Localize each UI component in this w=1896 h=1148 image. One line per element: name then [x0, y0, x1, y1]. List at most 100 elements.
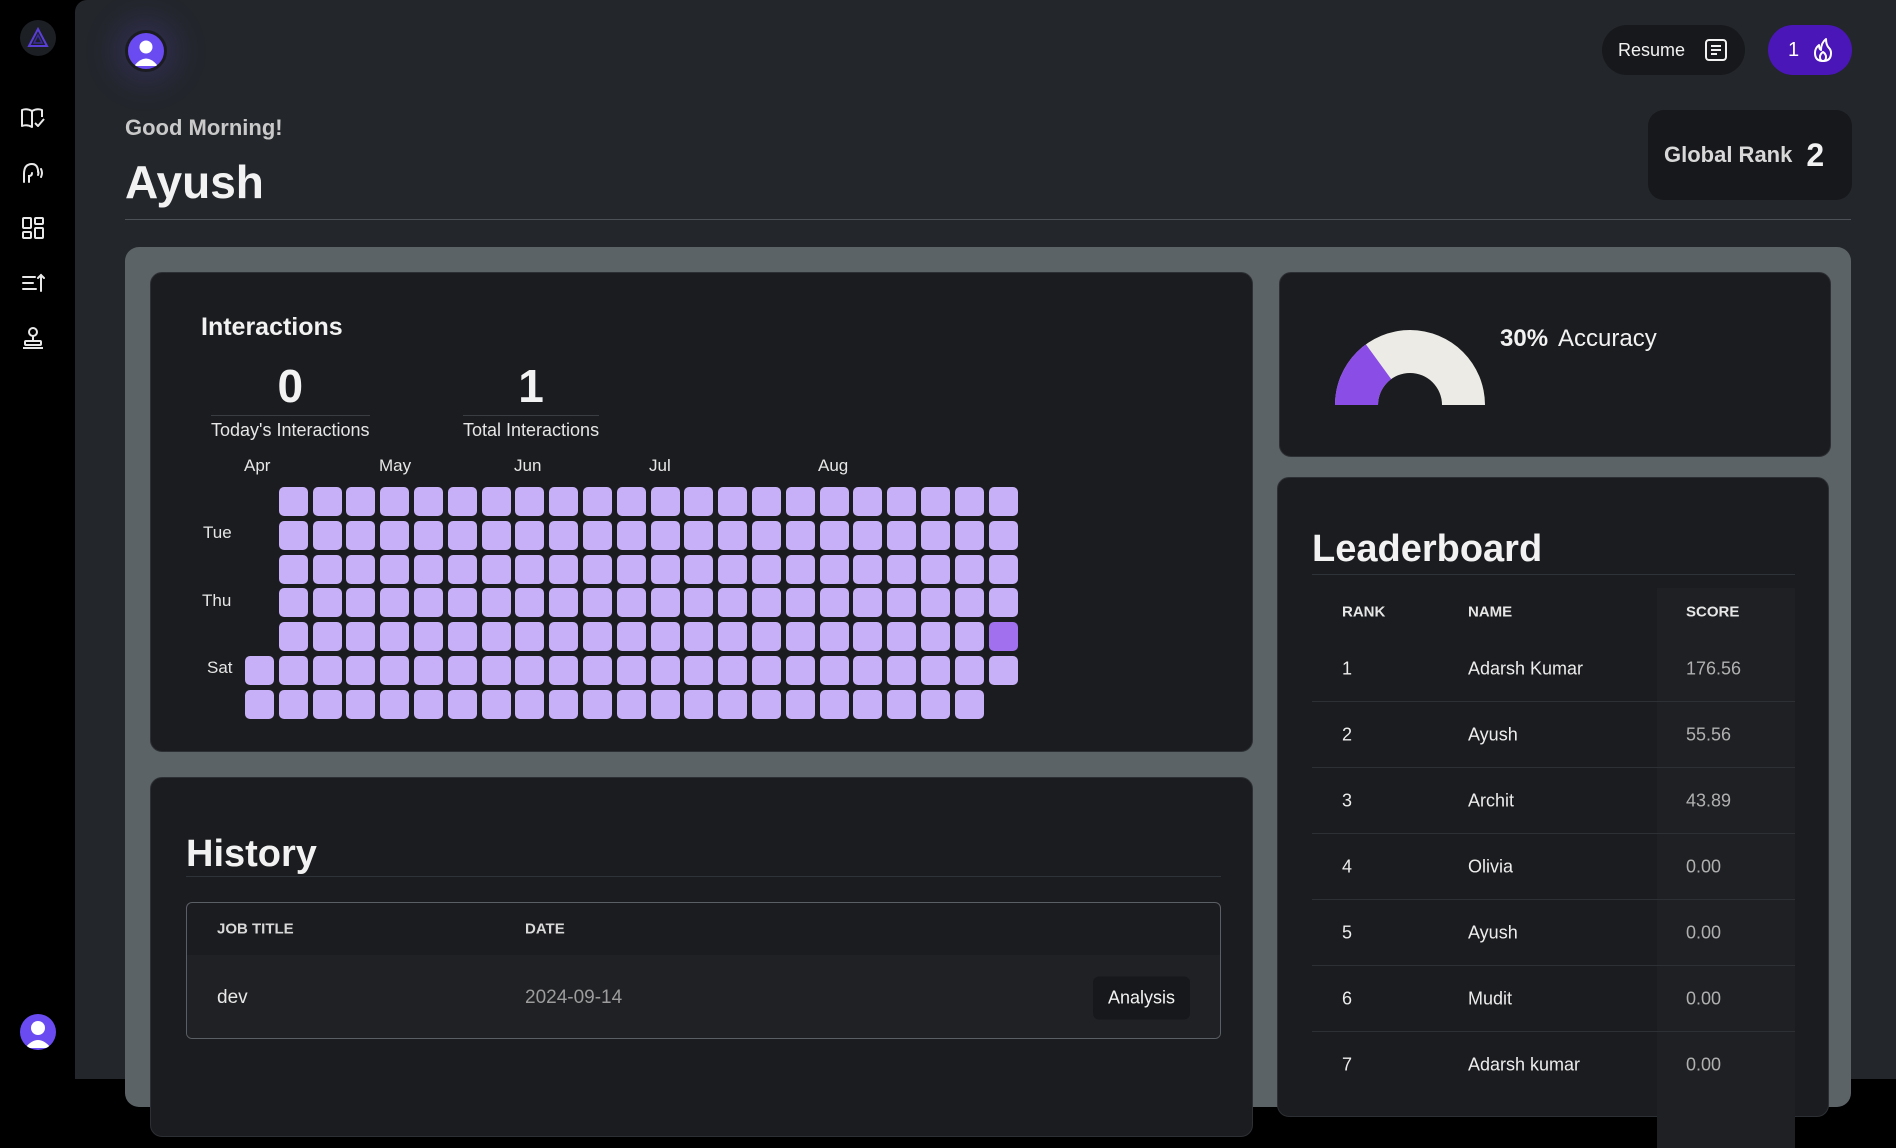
- heatmap-cell[interactable]: [312, 520, 342, 550]
- heatmap-cell[interactable]: [481, 588, 511, 618]
- heatmap-cell[interactable]: [954, 487, 984, 516]
- heatmap-cell[interactable]: [988, 487, 1018, 516]
- heatmap-cell[interactable]: [549, 487, 579, 516]
- table-row[interactable]: 2 Ayush 55.56: [1312, 702, 1795, 768]
- heatmap-cell[interactable]: [583, 689, 612, 719]
- heatmap-cell[interactable]: [921, 588, 950, 618]
- heatmap-cell[interactable]: [921, 487, 950, 516]
- heatmap-cell[interactable]: [887, 622, 917, 652]
- heatmap-cell[interactable]: [278, 520, 308, 550]
- heatmap-cell[interactable]: [684, 656, 714, 685]
- heatmap-cell[interactable]: [718, 656, 748, 685]
- heatmap-cell[interactable]: [278, 689, 308, 719]
- table-row[interactable]: dev 2024-09-14 Analysis: [187, 955, 1220, 1038]
- heatmap-cell[interactable]: [380, 656, 410, 685]
- heatmap-cell[interactable]: [718, 588, 748, 618]
- heatmap-cell[interactable]: [380, 520, 410, 550]
- heatmap-cell[interactable]: [887, 588, 917, 618]
- heatmap-cell[interactable]: [549, 656, 579, 685]
- heatmap-cell[interactable]: [380, 588, 410, 618]
- heatmap-cell[interactable]: [346, 689, 376, 719]
- heatmap-cell[interactable]: [414, 588, 443, 618]
- table-row[interactable]: 3 Archit 43.89: [1312, 768, 1795, 834]
- resume-button[interactable]: Resume: [1602, 25, 1745, 75]
- heatmap-cell[interactable]: [819, 520, 849, 550]
- heatmap-cell[interactable]: [988, 554, 1018, 584]
- heatmap-cell[interactable]: [380, 622, 410, 652]
- heatmap-cell[interactable]: [718, 622, 748, 652]
- table-row[interactable]: 7 Adarsh kumar 0.00: [1312, 1032, 1795, 1098]
- heatmap-cell[interactable]: [515, 689, 545, 719]
- heatmap-cell[interactable]: [515, 520, 545, 550]
- heatmap-cell[interactable]: [278, 554, 308, 584]
- heatmap-cell[interactable]: [752, 554, 781, 584]
- table-row[interactable]: 6 Mudit 0.00: [1312, 966, 1795, 1032]
- heatmap-cell[interactable]: [583, 622, 612, 652]
- heatmap-cell[interactable]: [278, 487, 308, 516]
- heatmap-cell[interactable]: [380, 554, 410, 584]
- heatmap-cell[interactable]: [785, 487, 815, 516]
- heatmap-cell[interactable]: [785, 656, 815, 685]
- heatmap-cell[interactable]: [853, 622, 883, 652]
- streak-button[interactable]: 1: [1768, 25, 1852, 75]
- heatmap-cell[interactable]: [447, 622, 477, 652]
- heatmap-cell[interactable]: [921, 656, 950, 685]
- heatmap-cell[interactable]: [684, 487, 714, 516]
- heatmap-cell[interactable]: [853, 554, 883, 584]
- heatmap-cell[interactable]: [650, 622, 680, 652]
- sidebar-item-speak[interactable]: [20, 160, 46, 186]
- heatmap-cell[interactable]: [549, 554, 579, 584]
- heatmap-cell[interactable]: [650, 689, 680, 719]
- heatmap-cell[interactable]: [481, 487, 511, 516]
- heatmap-cell[interactable]: [414, 487, 443, 516]
- heatmap-cell[interactable]: [853, 656, 883, 685]
- heatmap-cell[interactable]: [312, 622, 342, 652]
- heatmap-cell[interactable]: [312, 487, 342, 516]
- heatmap-cell[interactable]: [853, 689, 883, 719]
- heatmap-cell[interactable]: [515, 656, 545, 685]
- sidebar-item-profile[interactable]: [20, 325, 46, 351]
- heatmap-cell[interactable]: [312, 588, 342, 618]
- heatmap-cell[interactable]: [954, 622, 984, 652]
- heatmap-cell[interactable]: [380, 487, 410, 516]
- heatmap-cell[interactable]: [718, 689, 748, 719]
- table-row[interactable]: 5 Ayush 0.00: [1312, 900, 1795, 966]
- heatmap-cell[interactable]: [515, 554, 545, 584]
- heatmap-cell[interactable]: [954, 588, 984, 618]
- heatmap-cell[interactable]: [414, 689, 443, 719]
- heatmap-cell[interactable]: [414, 656, 443, 685]
- heatmap-cell[interactable]: [988, 622, 1018, 652]
- heatmap-cell[interactable]: [616, 520, 646, 550]
- heatmap-cell[interactable]: [481, 520, 511, 550]
- heatmap-cell[interactable]: [853, 588, 883, 618]
- heatmap-cell[interactable]: [549, 520, 579, 550]
- heatmap-cell[interactable]: [346, 622, 376, 652]
- heatmap-cell[interactable]: [853, 487, 883, 516]
- heatmap-cell[interactable]: [278, 622, 308, 652]
- heatmap-cell[interactable]: [752, 588, 781, 618]
- heatmap-cell[interactable]: [785, 689, 815, 719]
- heatmap-cell[interactable]: [312, 689, 342, 719]
- heatmap-cell[interactable]: [954, 656, 984, 685]
- analysis-button[interactable]: Analysis: [1092, 976, 1190, 1019]
- heatmap-cell[interactable]: [752, 622, 781, 652]
- heatmap-cell[interactable]: [346, 554, 376, 584]
- heatmap-cell[interactable]: [312, 554, 342, 584]
- heatmap-cell[interactable]: [819, 588, 849, 618]
- heatmap-cell[interactable]: [954, 554, 984, 584]
- heatmap-cell[interactable]: [650, 487, 680, 516]
- heatmap-cell[interactable]: [819, 656, 849, 685]
- table-row[interactable]: 4 Olivia 0.00: [1312, 834, 1795, 900]
- app-logo[interactable]: [20, 20, 56, 56]
- heatmap-cell[interactable]: [921, 554, 950, 584]
- heatmap-cell[interactable]: [447, 689, 477, 719]
- heatmap-cell[interactable]: [921, 520, 950, 550]
- heatmap-cell[interactable]: [718, 520, 748, 550]
- heatmap-cell[interactable]: [785, 588, 815, 618]
- heatmap-cell[interactable]: [887, 689, 917, 719]
- heatmap-cell[interactable]: [921, 689, 950, 719]
- heatmap-cell[interactable]: [988, 588, 1018, 618]
- heatmap-cell[interactable]: [887, 520, 917, 550]
- heatmap-cell[interactable]: [481, 622, 511, 652]
- heatmap-cell[interactable]: [785, 554, 815, 584]
